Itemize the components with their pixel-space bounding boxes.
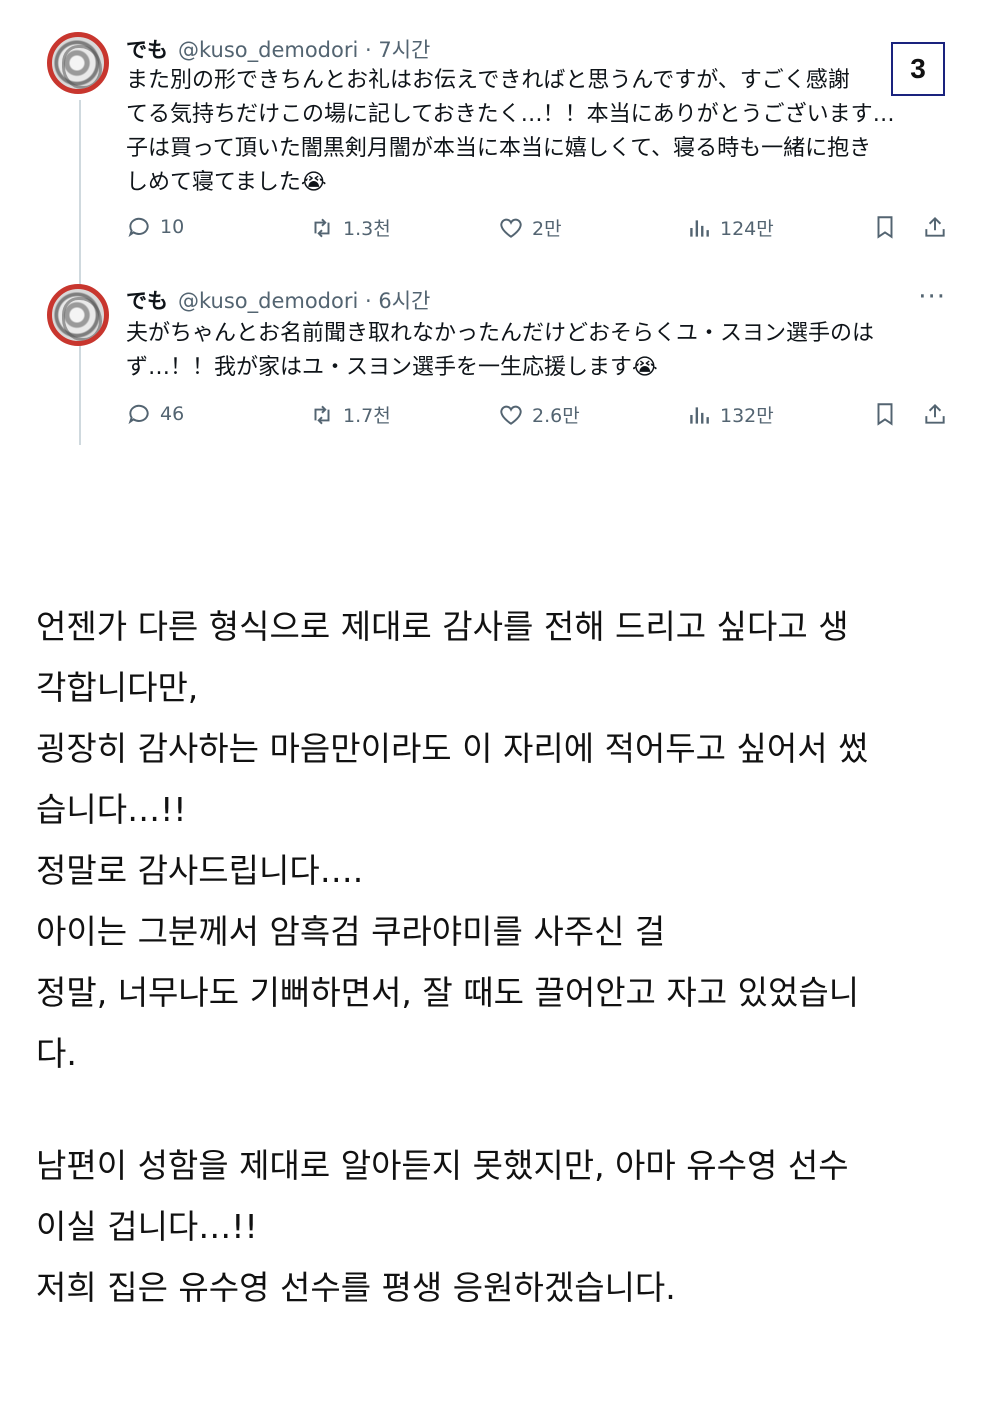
tweet-actions: 46 1.7천 2.6만 132만 xyxy=(126,401,956,435)
tweet-time[interactable]: · 7시간 xyxy=(365,38,430,62)
tweet-text: 夫がちゃんとお名前聞き取れなかったんだけどおそらくユ・スヨン選手のは ず…！！我が… xyxy=(126,317,946,385)
like-button[interactable]: 2.6만 xyxy=(498,401,580,428)
share-icon xyxy=(925,216,945,237)
translation-line: 정말로 감사드립니다…. xyxy=(36,851,364,890)
like-count: 2만 xyxy=(532,218,562,240)
tweet-text-line: てる気持ちだけこの場に記しておきたく…！！本当にありがとうございます… xyxy=(126,102,895,127)
translation-line: 정말, 너무나도 기뻐하면서, 잘 때도 끌어안고 자고 있었습니 xyxy=(36,973,860,1012)
more-options-button[interactable]: ··· xyxy=(918,282,946,312)
views-button[interactable]: 124만 xyxy=(686,214,774,241)
reply-icon xyxy=(128,404,149,425)
translation-text: 언젠가 다른 형식으로 제대로 감사를 전해 드리고 싶다고 생 각합니다만, … xyxy=(36,598,976,1320)
heart-icon xyxy=(500,218,522,238)
views-button[interactable]: 132만 xyxy=(686,401,774,428)
page-number-badge: 3 xyxy=(891,42,945,96)
share-icon xyxy=(925,403,945,424)
views-count: 132만 xyxy=(720,405,774,427)
like-count: 2.6만 xyxy=(532,405,580,427)
user-handle[interactable]: @kuso_demodori xyxy=(178,289,358,313)
tweet-meta: でも @kuso_demodori · 6시간 xyxy=(126,285,430,315)
repost-button[interactable]: 1.3천 xyxy=(309,214,391,241)
tweet-text-line: しめて寝てました😭 xyxy=(126,170,327,195)
translation-line: 아이는 그분께서 암흑검 쿠라야미를 사주신 걸 xyxy=(36,912,666,951)
tweet-text-line: また別の形できちんとお礼はお伝えできればと思うんですが、すごく感謝 xyxy=(126,68,850,93)
tweet-actions: 10 1.3천 2만 124만 xyxy=(126,214,956,248)
thread-connector-line xyxy=(79,100,81,445)
avatar[interactable] xyxy=(47,284,109,346)
like-button[interactable]: 2만 xyxy=(498,214,562,241)
translation-line: 저희 집은 유수영 선수를 평생 응원하겠습니다. xyxy=(36,1268,676,1307)
tweet-text-line: ず…！！我が家はユ・スヨン選手を一生応援します😭 xyxy=(126,355,658,380)
bookmark-button[interactable] xyxy=(872,214,898,240)
display-name[interactable]: でも xyxy=(126,289,168,313)
share-button[interactable] xyxy=(922,401,948,427)
reply-count: 10 xyxy=(160,216,185,238)
views-icon xyxy=(690,406,709,424)
translation-line: 습니다…!! xyxy=(36,790,187,829)
reply-icon xyxy=(128,217,149,238)
reply-count: 46 xyxy=(160,403,185,425)
tweet-time[interactable]: · 6시간 xyxy=(365,289,430,313)
bookmark-button[interactable] xyxy=(872,401,898,427)
display-name[interactable]: でも xyxy=(126,38,168,62)
reply-button[interactable]: 10 xyxy=(126,214,184,240)
views-icon xyxy=(690,219,709,237)
repost-icon xyxy=(314,405,330,424)
tweet-text: また別の形できちんとお礼はお伝えできればと思うんですが、すごく感謝てる気持ちだけ… xyxy=(126,64,946,200)
translation-line: 각합니다만, xyxy=(36,668,199,707)
bookmark-icon xyxy=(877,216,893,239)
tweet-text-line: 子は買って頂いた闇黒剣月闇が本当に本当に嬉しくて、寝る時も一緒に抱き xyxy=(126,136,872,161)
translation-line: 언젠가 다른 형식으로 제대로 감사를 전해 드리고 싶다고 생 xyxy=(36,607,849,646)
tweet-meta: でも @kuso_demodori · 7시간 xyxy=(126,34,430,64)
translation-line: 남편이 성함을 제대로 알아듣지 못했지만, 아마 유수영 선수 xyxy=(36,1146,849,1185)
views-count: 124만 xyxy=(720,218,774,240)
avatar[interactable] xyxy=(47,32,109,94)
repost-count: 1.3천 xyxy=(343,218,391,240)
translation-line: 굉장히 감사하는 마음만이라도 이 자리에 적어두고 싶어서 썼 xyxy=(36,729,869,768)
share-button[interactable] xyxy=(922,214,948,240)
user-handle[interactable]: @kuso_demodori xyxy=(178,38,358,62)
translation-line: 이실 겁니다…!! xyxy=(36,1207,258,1246)
repost-count: 1.7천 xyxy=(343,405,391,427)
heart-icon xyxy=(500,405,522,425)
translation-line: 다. xyxy=(36,1034,77,1073)
tweet-text-line: 夫がちゃんとお名前聞き取れなかったんだけどおそらくユ・スヨン選手のは xyxy=(126,321,875,346)
reply-button[interactable]: 46 xyxy=(126,401,184,427)
bookmark-icon xyxy=(877,403,893,426)
repost-button[interactable]: 1.7천 xyxy=(309,401,391,428)
repost-icon xyxy=(314,218,330,237)
